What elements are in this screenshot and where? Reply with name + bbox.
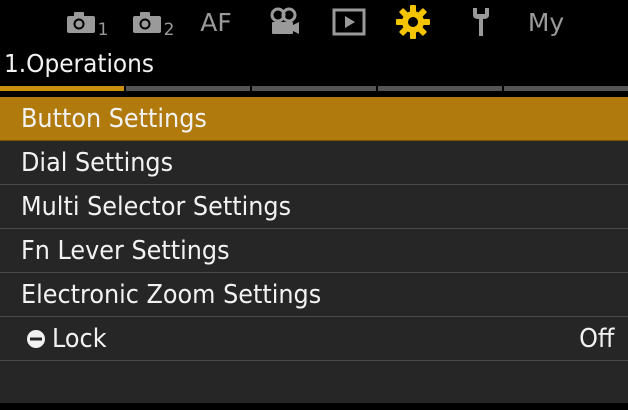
page-title: 1.Operations — [4, 49, 155, 78]
menu-item-label: Multi Selector Settings — [21, 192, 292, 222]
tab-number: 2 — [163, 20, 175, 40]
page-indicator-segment — [378, 86, 502, 91]
page-indicator-segment — [126, 86, 250, 91]
page-indicator-segment-active — [0, 86, 124, 91]
tab-my-menu[interactable]: My — [524, 4, 568, 40]
tab-shooting-2[interactable]: 2 — [130, 4, 176, 40]
menu-item-dial-settings[interactable]: Dial Settings — [0, 141, 628, 185]
tab-af[interactable]: AF — [196, 4, 236, 40]
menu-item-label: Dial Settings — [21, 148, 174, 178]
tab-af-label: AF — [200, 7, 232, 37]
gear-icon — [396, 5, 430, 39]
menu-item-label: Electronic Zoom Settings — [21, 280, 322, 310]
wrench-icon — [473, 8, 489, 36]
menu-item-fn-lever-settings[interactable]: Fn Lever Settings — [0, 229, 628, 273]
tab-movie[interactable] — [264, 4, 304, 40]
tab-setup[interactable] — [466, 4, 496, 40]
tab-my-label: My — [527, 7, 565, 37]
menu-item-label: Fn Lever Settings — [21, 236, 230, 266]
playback-icon — [332, 8, 366, 36]
movie-camera-icon — [270, 7, 299, 34]
page-indicator-segment — [252, 86, 376, 91]
tab-custom-settings[interactable] — [393, 4, 433, 40]
camera-icon — [132, 12, 161, 33]
menu-item-value: Off — [578, 324, 614, 354]
camera-icon — [66, 12, 95, 33]
tab-shooting-1[interactable]: 1 — [64, 4, 110, 40]
menu-empty-row — [0, 361, 628, 403]
menu-item-label: Button Settings — [21, 104, 207, 134]
control-lock-icon — [27, 330, 45, 348]
page-indicator-segment — [504, 86, 628, 91]
menu-item-button-settings[interactable]: Button Settings — [0, 97, 628, 141]
settings-menu-list: Button Settings Dial Settings Multi Sele… — [0, 97, 628, 403]
page-indicator — [0, 86, 628, 91]
tab-number: 1 — [97, 20, 109, 40]
menu-tab-bar: 1 2 AF My — [0, 0, 628, 44]
menu-item-label: Lock — [52, 324, 107, 354]
menu-item-lock[interactable]: Lock Off — [0, 317, 628, 361]
menu-item-multi-selector-settings[interactable]: Multi Selector Settings — [0, 185, 628, 229]
menu-item-electronic-zoom-settings[interactable]: Electronic Zoom Settings — [0, 273, 628, 317]
tab-playback[interactable] — [330, 4, 368, 40]
